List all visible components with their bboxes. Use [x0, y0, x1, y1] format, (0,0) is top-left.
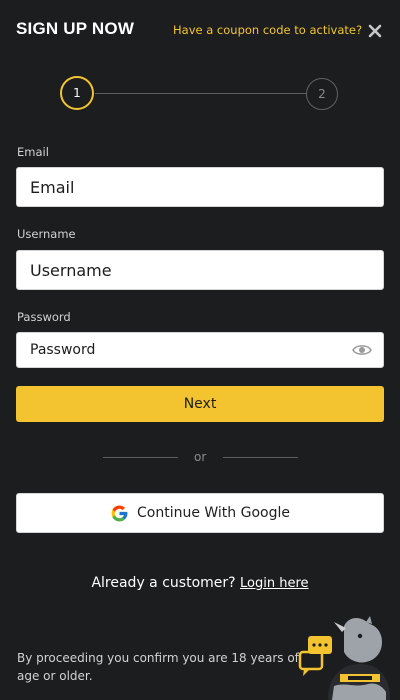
login-prompt: Already a customer? Login here: [0, 575, 400, 591]
username-field[interactable]: [16, 250, 384, 290]
close-icon[interactable]: [367, 23, 383, 39]
next-button[interactable]: Next: [16, 386, 384, 422]
coupon-link[interactable]: Have a coupon code to activate?: [173, 23, 362, 37]
google-icon: [111, 505, 128, 521]
or-divider-text: or: [194, 450, 207, 464]
password-field[interactable]: [16, 332, 384, 368]
username-label: Username: [17, 227, 76, 241]
google-button-label: Continue With Google: [136, 505, 290, 521]
email-field[interactable]: [16, 167, 384, 207]
divider-right: [223, 457, 298, 458]
progress-stepper: 1 2: [0, 76, 400, 116]
stepper-line: [95, 93, 306, 94]
continue-with-google-button[interactable]: Continue With Google: [16, 493, 384, 533]
customer-text: Already a customer?: [91, 575, 236, 591]
eye-icon[interactable]: [352, 343, 372, 357]
divider-left: [103, 457, 178, 458]
signup-header: SIGN UP NOW Have a coupon code to activa…: [0, 0, 400, 60]
step-1-indicator: 1: [60, 76, 94, 110]
password-label: Password: [17, 310, 71, 324]
step-2-indicator: 2: [306, 78, 338, 110]
page-title: SIGN UP NOW: [16, 19, 135, 38]
chat-mascot-icon[interactable]: [298, 614, 390, 700]
login-link[interactable]: Login here: [240, 576, 309, 591]
age-notice: By proceeding you confirm you are 18 yea…: [17, 651, 299, 683]
email-label: Email: [17, 145, 49, 159]
